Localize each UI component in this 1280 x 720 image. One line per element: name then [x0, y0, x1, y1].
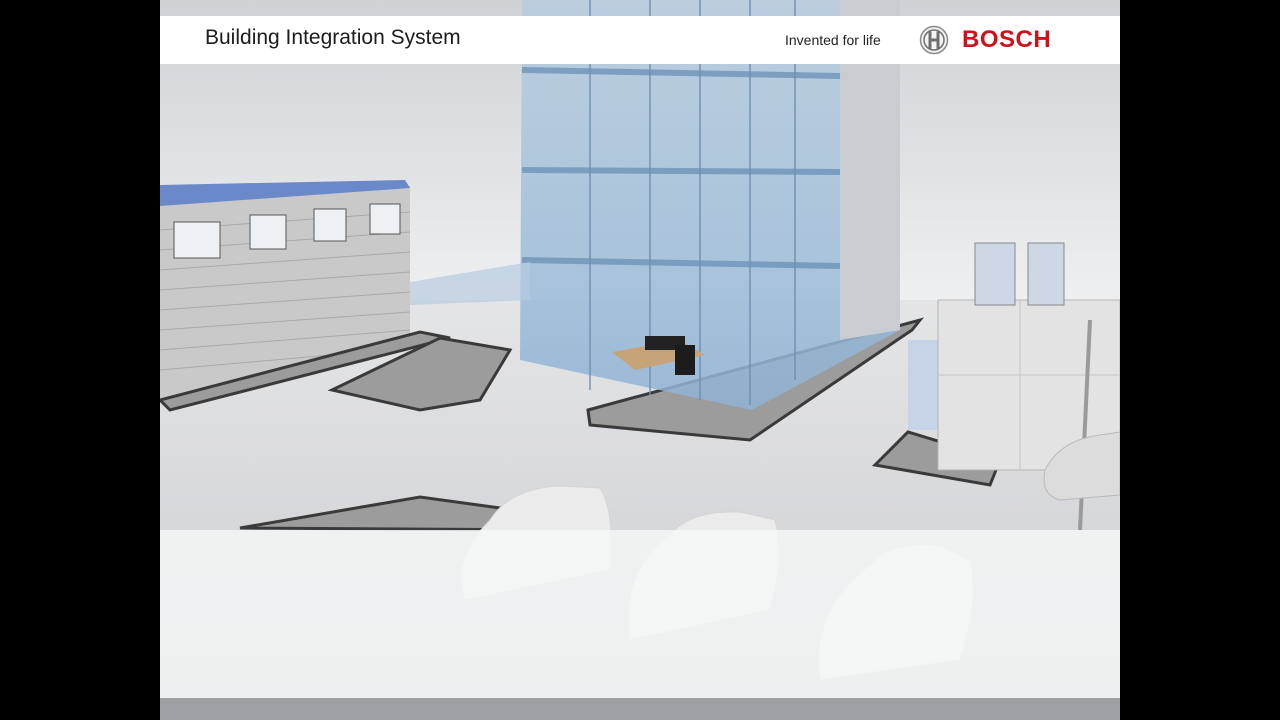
- brand-tagline: Invented for life: [785, 32, 881, 48]
- lower-overlay-panel: [160, 530, 1120, 698]
- header-bar: Building Integration System Invented for…: [160, 16, 1120, 64]
- bosch-armature-icon: [919, 25, 949, 55]
- bottom-ground-strip: [160, 698, 1120, 720]
- video-frame: Building Integration System Invented for…: [160, 0, 1120, 720]
- entrance-canopy: [410, 262, 530, 305]
- brand-logo-text: BOSCH: [962, 26, 1052, 53]
- page-title: Building Integration System: [205, 26, 461, 49]
